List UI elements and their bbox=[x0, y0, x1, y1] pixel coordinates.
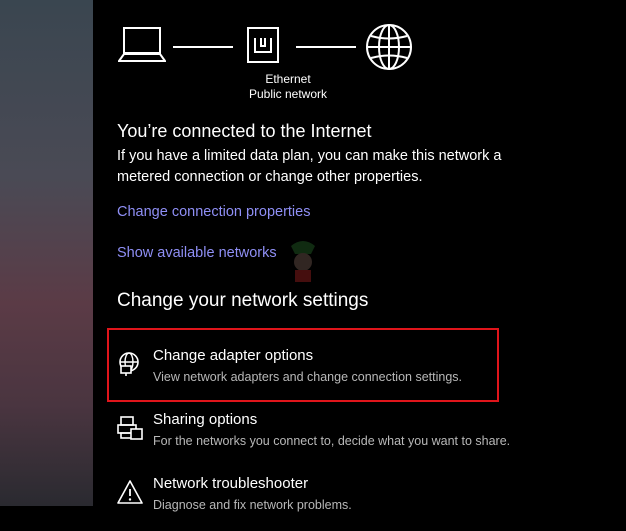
sharing-icon bbox=[117, 416, 143, 440]
watermark-logo bbox=[291, 241, 315, 282]
option-subtitle: Diagnose and fix network problems. bbox=[153, 498, 352, 512]
option-title: Network troubleshooter bbox=[153, 475, 309, 492]
network-status-panel: Ethernet Public network You’re connected… bbox=[93, 0, 626, 512]
network-troubleshooter-item[interactable]: Network troubleshooter Diagnose and fix … bbox=[113, 475, 503, 531]
option-subtitle: View network adapters and change connect… bbox=[153, 370, 462, 384]
network-type-label: Public network bbox=[248, 87, 328, 101]
show-available-networks-link[interactable]: Show available networks bbox=[117, 245, 277, 261]
sharing-options-item[interactable]: Sharing options For the networks you con… bbox=[113, 411, 510, 467]
connection-status-description: If you have a limited data plan, you can… bbox=[117, 148, 502, 185]
ethernet-port-icon bbox=[247, 27, 279, 63]
laptop-icon bbox=[118, 27, 166, 62]
change-network-settings-heading: Change your network settings bbox=[117, 290, 369, 311]
connection-line-1 bbox=[173, 46, 233, 48]
connection-status-title: You’re connected to the Internet bbox=[117, 121, 372, 141]
globe-icon bbox=[366, 24, 412, 70]
option-subtitle: For the networks you connect to, decide … bbox=[153, 434, 511, 448]
option-title: Sharing options bbox=[153, 411, 258, 428]
warning-icon bbox=[117, 480, 143, 504]
ethernet-label-block: Ethernet Public network bbox=[238, 72, 338, 102]
change-connection-properties-link[interactable]: Change connection properties bbox=[117, 204, 310, 220]
ethernet-label: Ethernet bbox=[265, 72, 311, 86]
option-title: Change adapter options bbox=[153, 347, 314, 364]
network-diagram: Ethernet Public network bbox=[118, 22, 418, 112]
adapter-globe-icon bbox=[119, 352, 139, 376]
connection-line-2 bbox=[296, 46, 356, 48]
change-adapter-options-item[interactable]: Change adapter options View network adap… bbox=[113, 347, 503, 403]
desktop-background-strip bbox=[0, 0, 93, 506]
